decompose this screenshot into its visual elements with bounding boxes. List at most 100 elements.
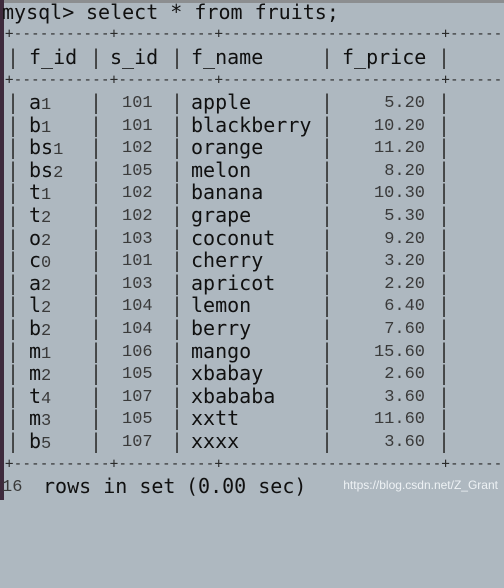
cell-s-id: 106 [122,342,153,362]
f-id-prefix: o [29,225,42,250]
f-id-suffix: 2 [41,276,52,296]
column-separator: | [90,406,103,431]
column-header-f-price: f_price [342,45,427,69]
column-separator: | [321,112,334,137]
window-left-border [0,0,4,500]
column-separator: | [321,90,334,114]
column-separator: | [90,248,103,273]
cell-f-price: 11.20 [373,139,425,159]
f-id-suffix: 1 [53,141,64,161]
column-separator: | [7,45,20,69]
cell-f-price: 3.20 [384,252,425,272]
column-separator: | [90,270,103,295]
f-id-prefix: l [29,293,42,318]
column-separator: | [7,361,20,386]
terminal[interactable]: mysql> select * from fruits; +----------… [2,0,504,500]
column-separator: | [321,203,334,227]
column-separator: | [321,406,334,431]
f-id-prefix: m [29,406,42,431]
cell-f-name: grape [191,203,252,227]
cell-s-id: 107 [122,433,153,452]
column-separator: | [171,338,184,363]
f-id-suffix: 2 [41,367,52,387]
cell-s-id: 101 [122,116,153,136]
column-separator: | [90,361,103,386]
column-separator: | [321,361,334,386]
f-id-prefix: bs [29,157,54,182]
cell-s-id: 103 [122,274,153,294]
row-count: 16 [2,478,23,497]
cell-f-name: banana [191,180,264,205]
column-separator: | [321,225,334,250]
column-separator: | [7,338,20,363]
f-id-suffix: 2 [53,163,64,183]
f-id-prefix: a [29,90,42,114]
column-separator: | [7,406,20,431]
column-separator: | [321,429,334,453]
watermark: https://blog.csdn.net/Z_Grant [343,478,498,492]
cell-f-name: berry [191,316,252,340]
command-line: mysql> select * from fruits; [2,1,339,24]
column-separator: | [90,316,103,340]
border-line: +-----------+-----------+---------------… [5,456,504,472]
cell-s-id: 102 [122,139,153,159]
f-id-suffix: 0 [41,254,52,274]
column-separator: | [438,361,451,386]
column-header-f-id: f_id [29,45,78,69]
f-id-suffix: 2 [41,322,52,341]
column-separator: | [171,112,184,137]
column-separator: | [171,293,184,318]
column-separator: | [171,248,184,273]
column-separator: | [7,180,20,205]
cell-f-price: 5.30 [384,207,425,226]
f-id-suffix: 1 [41,186,52,206]
column-separator: | [171,45,184,69]
column-separator: | [438,90,451,114]
column-separator: | [90,157,103,182]
column-separator: | [171,135,184,160]
column-separator: | [321,135,334,160]
cell-s-id: 101 [122,94,153,113]
cell-f-price: 6.40 [384,297,425,317]
column-separator: | [7,270,20,295]
f-id-suffix: 2 [41,231,52,251]
f-id-prefix: bs [29,135,54,160]
column-separator: | [438,45,451,69]
column-separator: | [438,338,451,363]
cell-s-id: 107 [122,387,153,407]
column-separator: | [90,225,103,250]
column-separator: | [171,383,184,408]
column-separator: | [171,429,184,453]
result-summary: 16 rows in set (0.00 sec) [2,475,306,498]
f-id-prefix: m [29,338,42,363]
column-separator: | [438,293,451,318]
column-separator: | [7,429,20,453]
column-separator: | [438,406,451,431]
cell-f-name: lemon [191,293,252,318]
column-separator: | [321,338,334,363]
column-separator: | [7,316,20,340]
cell-f-name: apricot [191,270,276,295]
cell-f-name: xxxx [191,429,240,453]
f-id-prefix: t [29,180,42,205]
column-separator: | [171,90,184,114]
query-timing: (0.00 sec) [186,474,307,498]
cell-f-price: 7.60 [384,320,425,339]
f-id-prefix: b [29,429,42,453]
cell-f-price: 5.20 [384,94,425,113]
cell-s-id: 105 [122,410,153,430]
cell-f-name: orange [191,135,264,160]
cell-f-price: 9.20 [384,229,425,249]
cell-f-name: cherry [191,248,264,273]
prompt: mysql> [2,0,75,24]
column-separator: | [7,248,20,273]
column-separator: | [438,270,451,295]
column-separator: | [321,45,334,69]
column-separator: | [90,135,103,160]
column-separator: | [90,429,103,453]
column-separator: | [321,248,334,273]
table-header-row: | f_id | s_id | f_name | f_price | [5,45,450,69]
column-separator: | [438,383,451,408]
column-separator: | [7,203,20,227]
column-separator: | [438,316,451,340]
